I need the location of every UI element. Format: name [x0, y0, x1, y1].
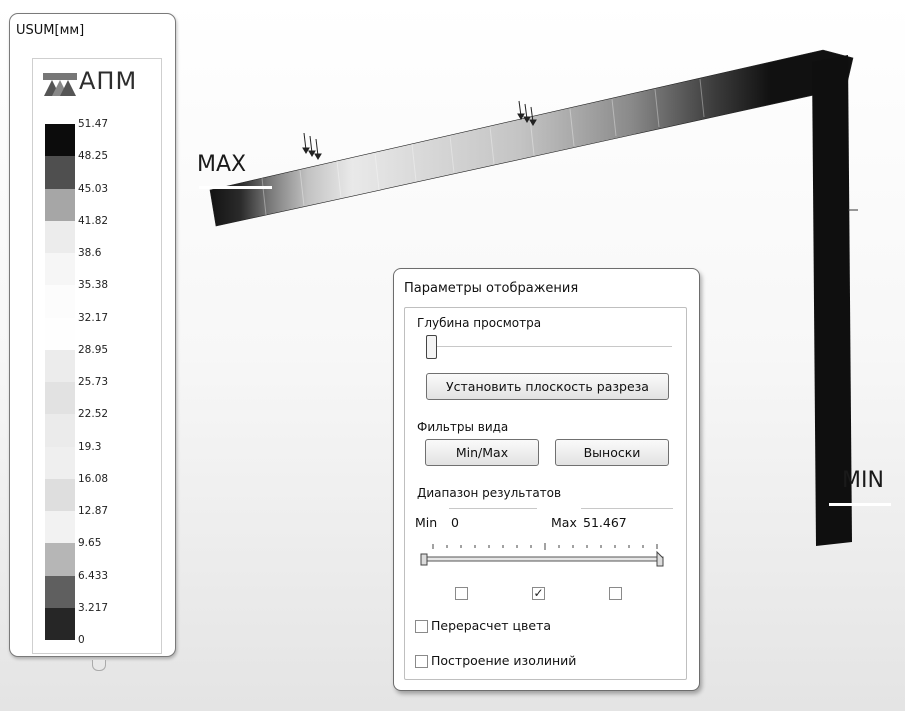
legend-scale-box: АПМ 51.47 48.25 45.03 41.82 38.6 35.38 32.17 28…: [32, 58, 162, 654]
apm-logo-text: АПМ: [79, 67, 138, 95]
legend-scale-label: 41.82: [78, 214, 109, 227]
legend-color-segment: [45, 253, 75, 286]
callouts-button[interactable]: Выноски: [555, 439, 669, 466]
isolines-label: Построение изолиний: [431, 653, 577, 668]
legend-scale-label: 45.03: [78, 182, 109, 195]
view-depth-slider-thumb[interactable]: [426, 335, 437, 359]
min-field-label: Min: [415, 515, 438, 530]
dialog-group-box: Глубина просмотра Установить плоскость р…: [404, 307, 687, 680]
legend-scale-label: 28.95: [78, 343, 109, 356]
legend-scale-label: 3.217: [78, 601, 109, 614]
legend-color-segment: [45, 446, 75, 479]
legend-color-segment: [45, 285, 75, 318]
results-range-label: Диапазон результатов: [417, 486, 562, 500]
max-field-underline: [581, 508, 673, 509]
legend-color-segment: [45, 478, 75, 511]
legend-scale-label: 35.38: [78, 279, 109, 292]
max-value-field[interactable]: 51.467: [583, 515, 627, 530]
range-checkbox-1[interactable]: [455, 587, 468, 600]
legend-scale-label: 9.65: [78, 537, 102, 550]
legend-color-segment: [45, 607, 75, 640]
legend-title: USUM[мм]: [16, 23, 85, 38]
isolines-checkbox[interactable]: [415, 655, 428, 668]
view-depth-label: Глубина просмотра: [417, 316, 542, 330]
legend-scale-label: 0: [78, 634, 85, 646]
legend-scale-label: 51.47: [78, 118, 109, 130]
apm-logo-icon: [43, 73, 77, 96]
min-marker-label: MIN: [842, 468, 884, 493]
legend-color-bar: [45, 124, 75, 640]
view-depth-slider-track[interactable]: [427, 346, 672, 347]
legend-color-segment: [45, 156, 75, 189]
legend-scale-label: 38.6: [78, 247, 102, 259]
legend-scale-label: 16.08: [78, 472, 109, 485]
range-checkbox-2[interactable]: ✓: [532, 587, 545, 600]
range-checkbox-3[interactable]: [609, 587, 622, 600]
legend-scale-label: 48.25: [78, 150, 109, 163]
set-section-plane-button[interactable]: Установить плоскость разреза: [426, 373, 669, 400]
minmax-button[interactable]: Min/Max: [425, 439, 539, 466]
max-marker-label: MAX: [197, 152, 247, 177]
color-legend-panel: USUM[мм] АПМ 51.47 48.25 45.03 41.82 38.6 35.…: [9, 13, 176, 671]
max-field-label: Max: [551, 515, 577, 530]
legend-color-segment: [45, 317, 75, 350]
legend-color-segment: [45, 543, 75, 576]
legend-scale-label: 19.3: [78, 440, 102, 453]
legend-scale-label: 32.17: [78, 311, 109, 324]
legend-color-segment: [45, 511, 75, 544]
legend-scale-label: 12.87: [78, 505, 109, 517]
dialog-title: Параметры отображения: [404, 281, 579, 296]
legend-color-segment: [45, 220, 75, 253]
legend-color-segment: [45, 382, 75, 415]
legend-color-segment: [45, 575, 75, 608]
check-mark-icon: ✓: [533, 586, 544, 600]
min-value-field[interactable]: 0: [451, 515, 459, 530]
legend-scale-label: 6.433: [78, 569, 109, 582]
legend-color-segment: [45, 349, 75, 382]
color-recalc-label: Перерасчет цвета: [431, 618, 552, 633]
min-marker-line: [829, 503, 891, 506]
view-filters-label: Фильтры вида: [417, 420, 509, 434]
legend-scale-label: 25.73: [78, 376, 109, 388]
legend-color-segment: [45, 414, 75, 447]
results-range-slider[interactable]: [419, 540, 675, 574]
legend-color-segment: [45, 188, 75, 221]
max-marker-line: [199, 186, 272, 189]
legend-color-segment: [45, 124, 75, 157]
color-recalc-checkbox[interactable]: [415, 620, 428, 633]
legend-scale-label: 22.52: [78, 408, 109, 421]
min-field-underline: [449, 508, 537, 509]
legend-resize-handle[interactable]: [92, 660, 106, 671]
display-parameters-dialog: Параметры отображения Глубина просмотра …: [393, 268, 700, 691]
